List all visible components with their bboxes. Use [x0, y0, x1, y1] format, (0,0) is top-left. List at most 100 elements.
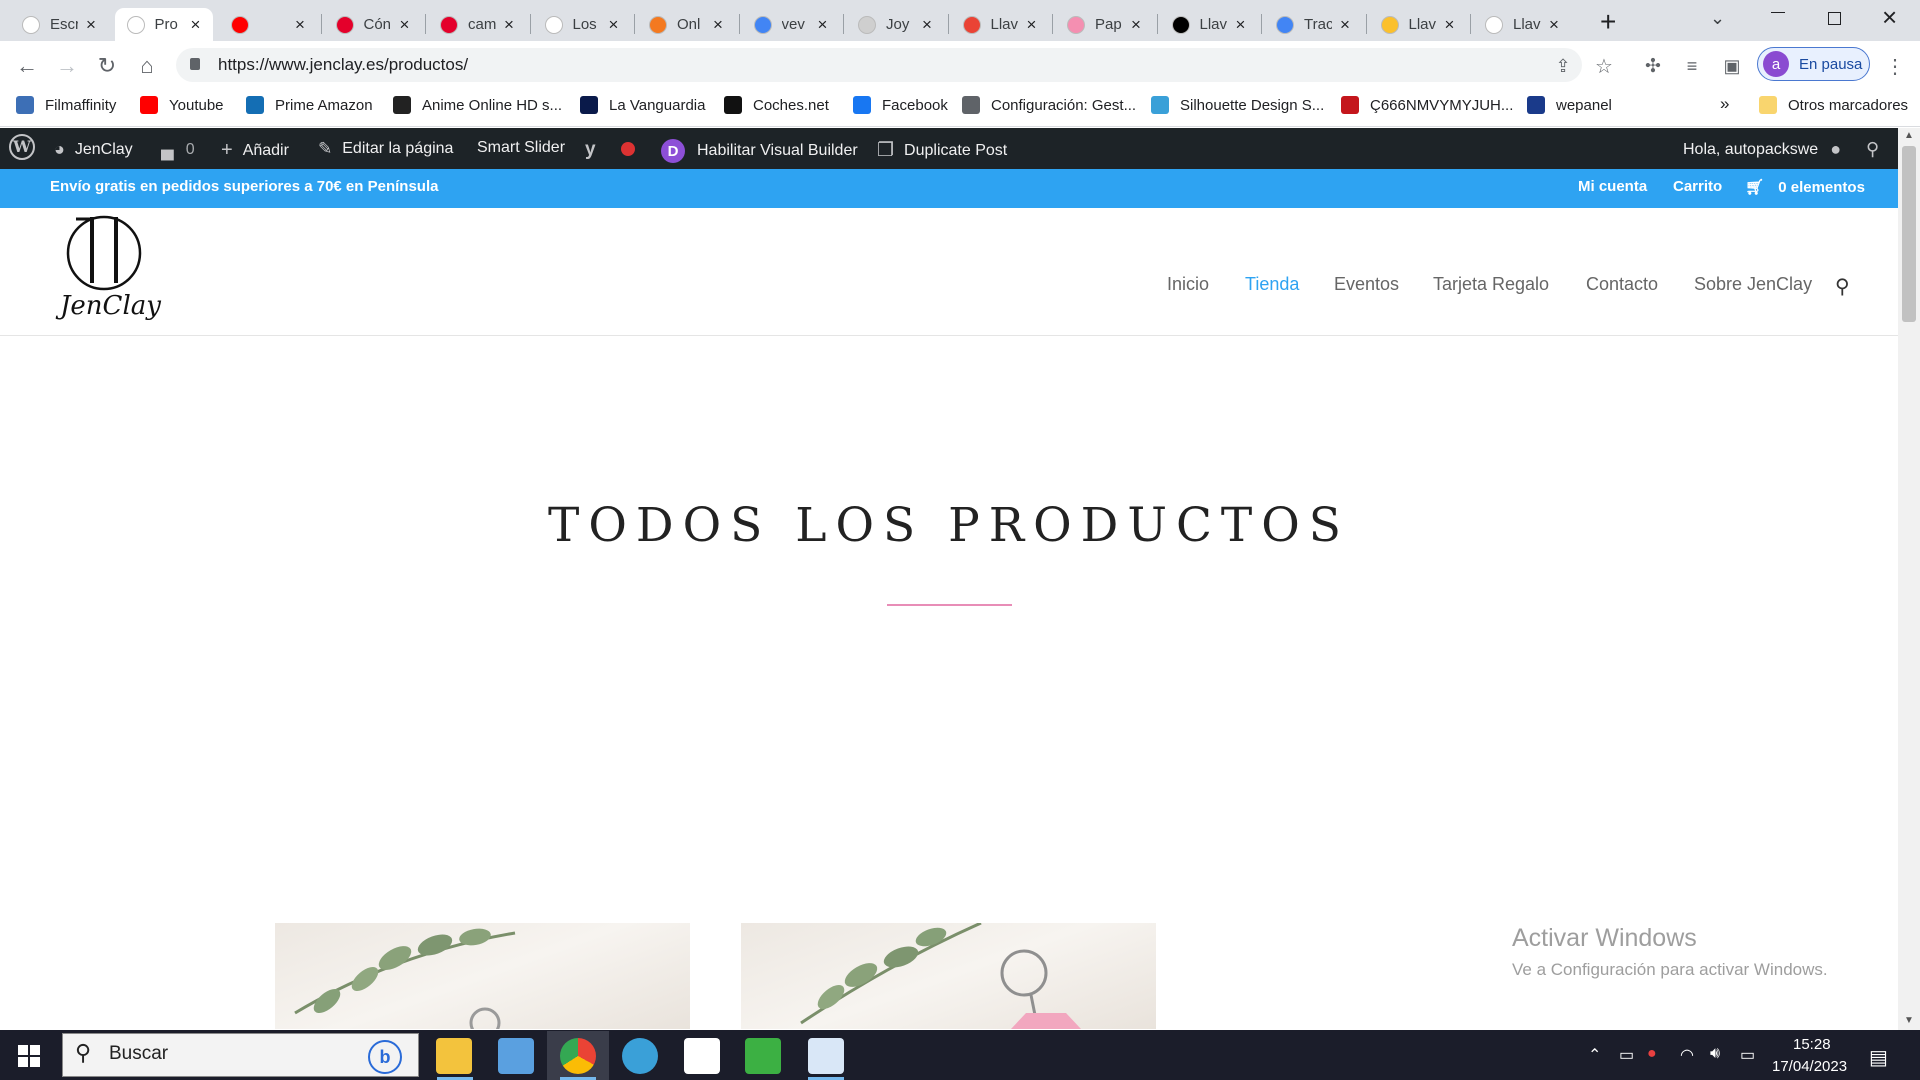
tab-close-icon[interactable]: ×	[295, 15, 305, 35]
wp-smart-slider[interactable]: Smart Slider	[477, 139, 565, 157]
browser-tab[interactable]: Llav ×	[1160, 8, 1259, 41]
reload-icon[interactable]: ↻	[93, 52, 121, 80]
home-icon[interactable]: ⌂	[133, 52, 161, 80]
other-bookmarks[interactable]: Otros marcadores	[1759, 96, 1908, 114]
nav-item[interactable]: Inicio	[1167, 274, 1209, 295]
nav-item[interactable]: Contacto	[1586, 274, 1658, 295]
site-logo[interactable]: JenClay	[56, 213, 161, 329]
tab-close-icon[interactable]: ×	[1027, 15, 1037, 35]
restore-button[interactable]	[1828, 12, 1841, 25]
bookmark-star-icon[interactable]: ☆	[1590, 52, 1618, 80]
browser-tab[interactable]: Pro ×	[114, 8, 213, 41]
wp-add-new[interactable]: + Añadir	[221, 139, 289, 162]
bookmark-item[interactable]: Filmaffinity	[16, 96, 116, 114]
app-window-icon[interactable]	[498, 1038, 534, 1074]
yoast-icon[interactable]: y	[585, 139, 596, 161]
tab-close-icon[interactable]: ×	[86, 15, 96, 35]
wp-search-icon[interactable]: ⚲	[1866, 139, 1879, 160]
browser-tab[interactable]: Llav ×	[1473, 8, 1572, 41]
bookmark-item[interactable]: Anime Online HD s...	[393, 96, 562, 114]
tab-close-icon[interactable]: ×	[1445, 15, 1455, 35]
windows-start-icon[interactable]	[18, 1045, 40, 1067]
tab-close-icon[interactable]: ×	[1549, 15, 1559, 35]
chrome-icon[interactable]	[560, 1038, 596, 1074]
tab-close-icon[interactable]: ×	[1236, 15, 1246, 35]
browser-tab[interactable]: Joy ×	[846, 8, 945, 41]
wp-visual-builder[interactable]: D Habilitar Visual Builder	[661, 139, 858, 163]
my-account-link[interactable]: Mi cuenta	[1578, 178, 1647, 195]
profile-chip[interactable]: a En pausa	[1757, 47, 1870, 81]
wifi-icon[interactable]: ◠	[1680, 1045, 1694, 1065]
tray-chevron-icon[interactable]: ⌃	[1588, 1045, 1601, 1065]
spreadsheet-icon[interactable]	[745, 1038, 781, 1074]
wp-comments-link[interactable]: ▄ 0	[161, 139, 195, 160]
browser-tab[interactable]: Cón ×	[324, 8, 423, 41]
tab-close-icon[interactable]: ×	[713, 15, 723, 35]
browser-tab[interactable]: cam ×	[428, 8, 527, 41]
browser-tab[interactable]: Los ×	[533, 8, 632, 41]
bookmark-item[interactable]: Prime Amazon	[246, 96, 373, 114]
side-panel-icon[interactable]: ▣	[1718, 52, 1746, 80]
cricut-icon[interactable]	[684, 1038, 720, 1074]
network-error-icon[interactable]: ●	[1647, 1045, 1657, 1063]
bookmark-item[interactable]: La Vanguardia	[580, 96, 705, 114]
media-control-icon[interactable]: ≡	[1678, 52, 1706, 80]
bookmark-item[interactable]: Youtube	[140, 96, 224, 114]
new-tab-button[interactable]: +	[1600, 6, 1616, 38]
bookmark-item[interactable]: Facebook	[853, 96, 948, 114]
cart-link[interactable]: Carrito	[1673, 178, 1722, 195]
tab-close-icon[interactable]: ×	[400, 15, 410, 35]
nav-item[interactable]: Sobre JenClay	[1694, 274, 1812, 295]
browser-tab[interactable]: Trac ×	[1264, 8, 1363, 41]
lock-icon[interactable]	[190, 58, 200, 70]
cart-items-link[interactable]: 🛒︎ 0 elementos	[1745, 178, 1865, 196]
scrollbar-thumb[interactable]	[1902, 146, 1916, 322]
file-explorer-icon[interactable]	[436, 1038, 472, 1074]
silhouette-icon[interactable]	[622, 1038, 658, 1074]
tab-close-icon[interactable]: ×	[191, 15, 201, 35]
site-search-icon[interactable]: ⚲	[1835, 274, 1850, 299]
wp-edit-page[interactable]: ✎ Editar la página	[318, 139, 453, 159]
taskbar-time[interactable]: 15:28	[1793, 1036, 1831, 1053]
tab-close-icon[interactable]: ×	[1340, 15, 1350, 35]
wp-site-link[interactable]: ◕ JenClay	[54, 139, 133, 160]
wordpress-logo-icon[interactable]: W	[9, 134, 35, 160]
browser-tab[interactable]: Escr ×	[10, 8, 109, 41]
tab-close-icon[interactable]: ×	[1131, 15, 1141, 35]
wp-duplicate-post[interactable]: ❐ Duplicate Post	[877, 139, 1007, 162]
forward-icon[interactable]: →	[53, 52, 81, 80]
share-icon[interactable]: ⇪	[1549, 52, 1577, 80]
paint-icon[interactable]	[808, 1038, 844, 1074]
nav-item[interactable]: Tarjeta Regalo	[1433, 274, 1549, 295]
browser-tab[interactable]: vev ×	[742, 8, 841, 41]
battery-icon[interactable]: ▭	[1740, 1045, 1755, 1065]
bing-icon[interactable]: b	[368, 1040, 402, 1074]
notifications-icon[interactable]: ▤	[1869, 1045, 1888, 1070]
browser-tab[interactable]: Onl ×	[637, 8, 736, 41]
browser-tab[interactable]: Llav ×	[951, 8, 1050, 41]
product-card-image[interactable]	[741, 923, 1156, 1029]
close-window-button[interactable]: ×	[1882, 2, 1897, 33]
bookmark-item[interactable]: wepanel	[1527, 96, 1612, 114]
bookmark-item[interactable]: Ç666NMVYMYJUH...	[1341, 96, 1513, 114]
nav-item[interactable]: Tienda	[1245, 274, 1299, 295]
product-card-image[interactable]	[275, 923, 690, 1029]
menu-kebab-icon[interactable]: ⋮	[1881, 52, 1909, 80]
taskbar-search-text[interactable]: Buscar	[109, 1043, 168, 1065]
bookmarks-overflow-button[interactable]: »	[1720, 94, 1729, 114]
browser-tab[interactable]: ×	[219, 8, 318, 41]
bookmark-item[interactable]: Silhouette Design S...	[1151, 96, 1324, 114]
taskbar-date[interactable]: 17/04/2023	[1772, 1058, 1847, 1075]
tab-close-icon[interactable]: ×	[818, 15, 828, 35]
tab-close-icon[interactable]: ×	[504, 15, 514, 35]
bookmark-item[interactable]: Configuración: Gest...	[962, 96, 1136, 114]
tab-search-icon[interactable]: ⌄	[1710, 8, 1725, 29]
wp-account-menu[interactable]: Hola, autopackswe ●	[1683, 139, 1841, 160]
url-text[interactable]: https://www.jenclay.es/productos/	[218, 55, 468, 75]
browser-tab[interactable]: Llav ×	[1369, 8, 1468, 41]
scroll-up-arrow-icon[interactable]: ▲	[1904, 130, 1914, 141]
tab-close-icon[interactable]: ×	[922, 15, 932, 35]
back-icon[interactable]: ←	[13, 52, 41, 80]
extensions-icon[interactable]: ✣	[1639, 52, 1667, 80]
bookmark-item[interactable]: Coches.net	[724, 96, 829, 114]
